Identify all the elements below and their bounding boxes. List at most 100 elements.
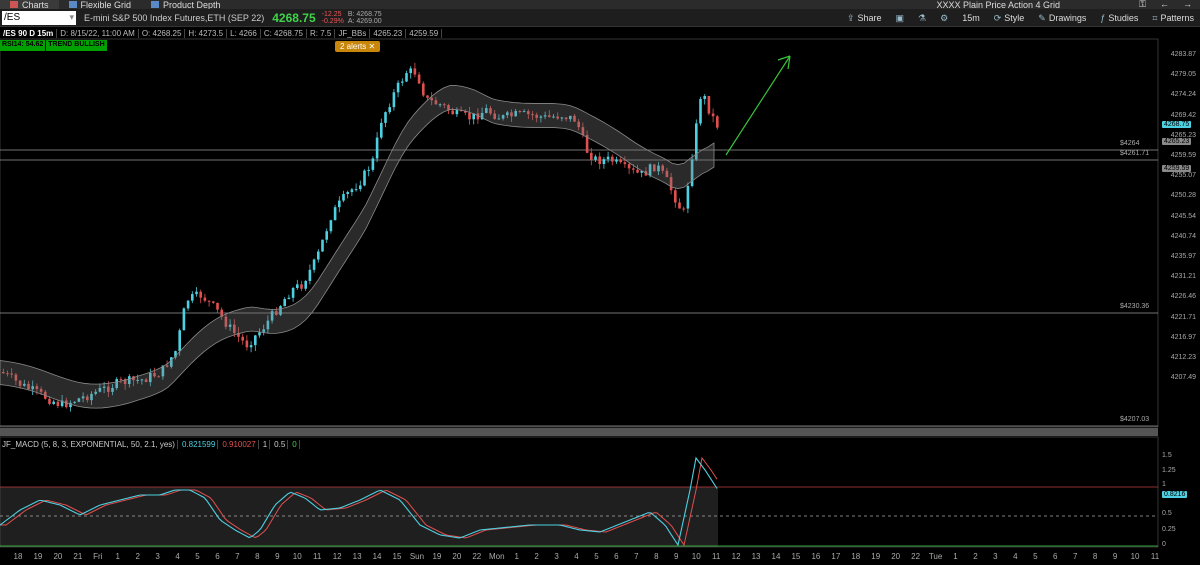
- time-tick-label: 8: [654, 552, 659, 561]
- style-icon: ⟳: [993, 12, 1002, 23]
- patterns-label: Patterns: [1160, 13, 1194, 23]
- candle-body: [598, 156, 601, 165]
- candle-body: [636, 169, 639, 173]
- symbol-value: /ES: [4, 12, 21, 23]
- share-button[interactable]: ⇪ Share: [847, 13, 882, 24]
- horizontal-line-label: $4264: [1120, 140, 1140, 147]
- time-tick-label: 7: [235, 552, 240, 561]
- bar-date: D: 8/15/22, 11:00 AM: [57, 28, 139, 38]
- candle-body: [191, 294, 194, 301]
- candle-body: [632, 168, 635, 170]
- time-tick-label: 10: [1130, 552, 1140, 561]
- macd-fill: [0, 487, 718, 547]
- trend-badge: TREND BULLISH: [46, 40, 107, 51]
- candle-body: [56, 401, 60, 407]
- candle-body: [363, 170, 366, 186]
- price-tick-label: 4231.21: [1170, 273, 1196, 281]
- candle-body: [249, 345, 253, 348]
- candle-body: [354, 189, 358, 191]
- candle-body: [359, 185, 362, 190]
- toolbar-actions: ⇪ Share ▣ ⚗ ⚙ 15m ⟳ Style ✎ Drawings ƒ Studi…: [847, 9, 1200, 27]
- candle-body: [346, 192, 349, 195]
- time-tick-label: Fri: [93, 552, 103, 561]
- candle-body: [371, 158, 375, 170]
- macd-level-2: 0.5: [272, 440, 289, 449]
- tab-flexible-grid[interactable]: Flexible Grid: [59, 0, 142, 10]
- patterns-button[interactable]: ⌗ Patterns: [1152, 13, 1194, 24]
- style-button[interactable]: ⟳ Style: [994, 13, 1025, 24]
- candle-body: [590, 152, 593, 160]
- time-tick-label: 1: [514, 552, 519, 561]
- bollinger-band: [0, 85, 715, 409]
- time-tick-label: 22: [911, 552, 921, 561]
- time-tick-label: 2: [534, 552, 539, 561]
- alerts-badge[interactable]: 2 alerts ✕: [335, 41, 381, 52]
- candle-body: [703, 95, 706, 99]
- candle-body: [287, 297, 291, 300]
- price-tick-label: 4259.59: [1170, 152, 1196, 159]
- candle-body: [300, 284, 303, 289]
- candle-body: [48, 398, 51, 404]
- price-tick-label: 4283.87: [1170, 51, 1196, 58]
- time-tick-label: 9: [1112, 552, 1118, 561]
- time-tick-label: 19: [432, 552, 442, 561]
- candle-body: [245, 340, 249, 348]
- candle-body: [392, 92, 396, 108]
- candle-body: [283, 299, 286, 307]
- time-tick-label: 20: [891, 552, 901, 561]
- candle-body: [325, 231, 328, 240]
- gear-icon: ⚙: [940, 12, 949, 23]
- time-tick-label: 14: [771, 552, 781, 561]
- macd-tick-label: 0.5: [1162, 510, 1172, 517]
- candle-body: [216, 302, 219, 310]
- time-tick-label: 15: [791, 552, 801, 561]
- candle-body: [455, 110, 459, 115]
- time-tick-label: 9: [275, 552, 280, 561]
- symbol-period: /ES 90 D 15m: [0, 28, 58, 38]
- price-tick-label: 4226.46: [1170, 293, 1196, 301]
- drawings-button[interactable]: ✎ Drawings: [1038, 13, 1086, 24]
- share-icon: ⇪: [846, 12, 855, 23]
- candle-body: [594, 156, 597, 160]
- tab-charts[interactable]: Charts: [0, 0, 59, 10]
- candle-body: [203, 297, 207, 301]
- time-axis[interactable]: 18 19 20 21 Fri 1 2 3 4 5 6 7 8 9 10 11 12 13 14 15 Sun 19 20 2…: [0, 548, 1170, 565]
- candle-body: [329, 220, 333, 232]
- tab-product-depth[interactable]: Product Depth: [141, 0, 231, 10]
- macd-level-3: 0: [290, 440, 300, 449]
- candle-body: [258, 332, 261, 336]
- macd-avg: 0.910027: [220, 440, 259, 449]
- candle-body: [338, 200, 341, 208]
- candle-body: [627, 164, 631, 169]
- chart-canvas[interactable]: [0, 0, 1200, 565]
- price-tick-label: 4245.54: [1170, 212, 1196, 220]
- macd-tick-label: 1.5: [1162, 452, 1172, 459]
- trend-arrow-line: [725, 55, 791, 156]
- settings-button[interactable]: ⚙: [940, 13, 948, 24]
- flask-button[interactable]: ⚗: [918, 13, 926, 24]
- candle-body: [451, 110, 454, 115]
- bid: B: 4268.75: [347, 10, 382, 18]
- dropdown-icon[interactable]: ▾: [69, 12, 76, 23]
- candle-body: [186, 300, 190, 309]
- studies-label: Studies: [1108, 13, 1139, 23]
- time-tick-label: 10: [691, 552, 701, 561]
- candle-body: [52, 401, 55, 404]
- candle-body: [615, 159, 618, 162]
- panel-splitter: [0, 428, 1158, 436]
- candle-body: [195, 291, 198, 295]
- candle-body: [602, 159, 606, 165]
- timeframe-button[interactable]: 15m: [962, 13, 980, 23]
- time-tick-label: 20: [53, 552, 63, 561]
- symbol-input[interactable]: /ES ▾: [2, 10, 76, 25]
- snapshot-button[interactable]: ▣: [896, 13, 905, 24]
- macd-level-1: 1: [261, 440, 271, 449]
- time-tick-label: 1: [115, 552, 120, 561]
- price-tick-label: 4269.42: [1170, 111, 1196, 119]
- candle-body: [119, 379, 123, 381]
- studies-button[interactable]: ƒ Studies: [1100, 13, 1138, 23]
- horizontal-line-label: $4207.03: [1120, 416, 1150, 423]
- share-label: Share: [857, 13, 882, 23]
- time-tick-label: 5: [195, 552, 200, 561]
- camera-icon: ▣: [895, 12, 905, 23]
